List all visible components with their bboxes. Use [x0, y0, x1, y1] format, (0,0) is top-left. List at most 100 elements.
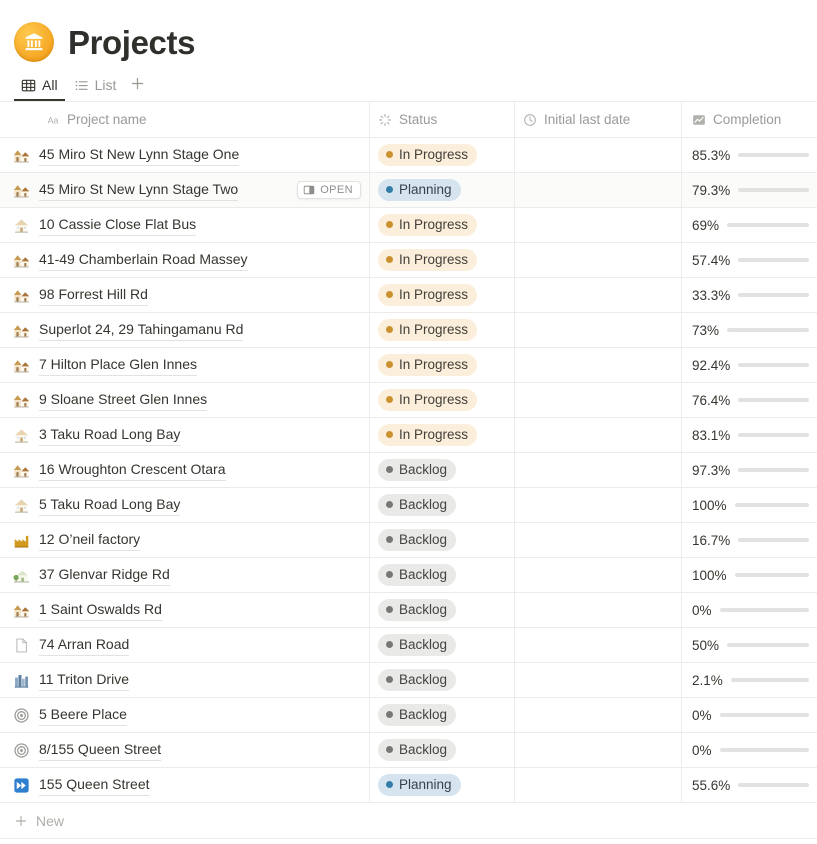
- cell-project-name[interactable]: 41-49 Chamberlain Road MasseyOPEN: [0, 243, 370, 277]
- cell-completion[interactable]: 76.4%: [682, 383, 817, 417]
- project-name-link[interactable]: 10 Cassie Close Flat Bus: [39, 214, 197, 236]
- cell-completion[interactable]: 0%: [682, 733, 817, 767]
- cell-project-name[interactable]: 3 Taku Road Long BayOPEN: [0, 418, 370, 452]
- cell-status[interactable]: In Progress: [370, 138, 515, 172]
- cell-project-name[interactable]: 37 Glenvar Ridge RdOPEN: [0, 558, 370, 592]
- column-header-completion[interactable]: Completion: [682, 102, 817, 137]
- cell-project-name[interactable]: 9 Sloane Street Glen InnesOPEN: [0, 383, 370, 417]
- tab-all[interactable]: All: [14, 73, 65, 101]
- project-name-link[interactable]: 37 Glenvar Ridge Rd: [39, 564, 170, 586]
- cell-status[interactable]: Backlog: [370, 453, 515, 487]
- cell-initial-last-date[interactable]: [515, 453, 682, 487]
- cell-project-name[interactable]: 1 Saint Oswalds RdOPEN: [0, 593, 370, 627]
- project-name-link[interactable]: 45 Miro St New Lynn Stage One: [39, 144, 240, 166]
- cell-completion[interactable]: 92.4%: [682, 348, 817, 382]
- table-row[interactable]: 41-49 Chamberlain Road MasseyOPEN In Prog…: [0, 243, 817, 278]
- cell-status[interactable]: Backlog: [370, 488, 515, 522]
- cell-project-name[interactable]: 5 Beere PlaceOPEN: [0, 698, 370, 732]
- cell-initial-last-date[interactable]: [515, 698, 682, 732]
- new-row-button[interactable]: New: [0, 803, 817, 839]
- cell-initial-last-date[interactable]: [515, 593, 682, 627]
- cell-initial-last-date[interactable]: [515, 418, 682, 452]
- cell-initial-last-date[interactable]: [515, 488, 682, 522]
- cell-project-name[interactable]: Superlot 24, 29 Tahingamanu RdOPEN: [0, 313, 370, 347]
- cell-initial-last-date[interactable]: [515, 173, 682, 207]
- cell-initial-last-date[interactable]: [515, 243, 682, 277]
- cell-status[interactable]: In Progress: [370, 208, 515, 242]
- cell-status[interactable]: In Progress: [370, 278, 515, 312]
- cell-status[interactable]: Backlog: [370, 733, 515, 767]
- cell-status[interactable]: Backlog: [370, 663, 515, 697]
- cell-completion[interactable]: 57.4%: [682, 243, 817, 277]
- table-row[interactable]: 45 Miro St New Lynn Stage OneOPEN In Prog…: [0, 138, 817, 173]
- table-row[interactable]: Superlot 24, 29 Tahingamanu RdOPEN In Pro…: [0, 313, 817, 348]
- table-row[interactable]: 74 Arran RoadOPEN Backlog 50%: [0, 628, 817, 663]
- cell-project-name[interactable]: 45 Miro St New Lynn Stage Two OPEN: [0, 173, 370, 207]
- table-row[interactable]: 3 Taku Road Long BayOPEN In Progress 83.1%: [0, 418, 817, 453]
- project-name-link[interactable]: 12 O’neil factory: [39, 529, 141, 551]
- open-page-button[interactable]: OPEN: [297, 181, 361, 199]
- cell-project-name[interactable]: 16 Wroughton Crescent OtaraOPEN: [0, 453, 370, 487]
- table-row[interactable]: 5 Taku Road Long BayOPEN Backlog 100%: [0, 488, 817, 523]
- cell-project-name[interactable]: 45 Miro St New Lynn Stage OneOPEN: [0, 138, 370, 172]
- table-row[interactable]: 10 Cassie Close Flat BusOPEN In Progress 6…: [0, 208, 817, 243]
- cell-status[interactable]: In Progress: [370, 418, 515, 452]
- cell-completion[interactable]: 85.3%: [682, 138, 817, 172]
- cell-status[interactable]: Planning: [370, 173, 515, 207]
- table-row[interactable]: 98 Forrest Hill RdOPEN In Progress 33.3%: [0, 278, 817, 313]
- cell-status[interactable]: In Progress: [370, 348, 515, 382]
- cell-project-name[interactable]: 5 Taku Road Long BayOPEN: [0, 488, 370, 522]
- cell-completion[interactable]: 69%: [682, 208, 817, 242]
- project-name-link[interactable]: 1 Saint Oswalds Rd: [39, 599, 162, 621]
- cell-status[interactable]: Backlog: [370, 628, 515, 662]
- cell-initial-last-date[interactable]: [515, 628, 682, 662]
- column-header-status[interactable]: Status: [370, 102, 515, 137]
- column-header-initial-last-date[interactable]: Initial last date: [515, 102, 682, 137]
- cell-status[interactable]: Backlog: [370, 698, 515, 732]
- cell-initial-last-date[interactable]: [515, 348, 682, 382]
- table-row[interactable]: 5 Beere PlaceOPEN Backlog 0%: [0, 698, 817, 733]
- project-name-link[interactable]: 9 Sloane Street Glen Innes: [39, 389, 208, 411]
- project-name-link[interactable]: 7 Hilton Place Glen Innes: [39, 354, 197, 376]
- column-header-project-name[interactable]: Aa Project name: [0, 102, 370, 137]
- table-row[interactable]: 16 Wroughton Crescent OtaraOPEN Backlog 97…: [0, 453, 817, 488]
- table-row[interactable]: 45 Miro St New Lynn Stage Two OPEN Plannin…: [0, 173, 817, 208]
- cell-status[interactable]: Backlog: [370, 523, 515, 557]
- project-name-link[interactable]: 155 Queen Street: [39, 774, 150, 796]
- project-name-link[interactable]: 16 Wroughton Crescent Otara: [39, 459, 226, 481]
- cell-status[interactable]: In Progress: [370, 243, 515, 277]
- cell-status[interactable]: Backlog: [370, 593, 515, 627]
- cell-initial-last-date[interactable]: [515, 278, 682, 312]
- cell-completion[interactable]: 100%: [682, 488, 817, 522]
- project-name-link[interactable]: 5 Taku Road Long Bay: [39, 494, 181, 516]
- table-row[interactable]: 11 Triton DriveOPEN Backlog 2.1%: [0, 663, 817, 698]
- cell-initial-last-date[interactable]: [515, 313, 682, 347]
- cell-project-name[interactable]: 11 Triton DriveOPEN: [0, 663, 370, 697]
- project-name-link[interactable]: 74 Arran Road: [39, 634, 130, 656]
- cell-initial-last-date[interactable]: [515, 138, 682, 172]
- cell-completion[interactable]: 79.3%: [682, 173, 817, 207]
- project-name-link[interactable]: 45 Miro St New Lynn Stage Two: [39, 179, 239, 201]
- cell-status[interactable]: Planning: [370, 768, 515, 802]
- cell-completion[interactable]: 33.3%: [682, 278, 817, 312]
- project-name-link[interactable]: 3 Taku Road Long Bay: [39, 424, 181, 446]
- cell-project-name[interactable]: 98 Forrest Hill RdOPEN: [0, 278, 370, 312]
- cell-completion[interactable]: 97.3%: [682, 453, 817, 487]
- project-name-link[interactable]: 11 Triton Drive: [39, 669, 129, 691]
- cell-status[interactable]: In Progress: [370, 313, 515, 347]
- cell-initial-last-date[interactable]: [515, 523, 682, 557]
- cell-completion[interactable]: 2.1%: [682, 663, 817, 697]
- cell-completion[interactable]: 0%: [682, 593, 817, 627]
- cell-project-name[interactable]: 74 Arran RoadOPEN: [0, 628, 370, 662]
- table-row[interactable]: 155 Queen StreetOPEN Planning 55.6%: [0, 768, 817, 803]
- project-name-link[interactable]: Superlot 24, 29 Tahingamanu Rd: [39, 319, 244, 341]
- project-name-link[interactable]: 41-49 Chamberlain Road Massey: [39, 249, 248, 271]
- cell-initial-last-date[interactable]: [515, 558, 682, 592]
- table-row[interactable]: 7 Hilton Place Glen InnesOPEN In Progress…: [0, 348, 817, 383]
- project-name-link[interactable]: 5 Beere Place: [39, 704, 127, 726]
- cell-completion[interactable]: 16.7%: [682, 523, 817, 557]
- tab-list[interactable]: List: [67, 73, 124, 101]
- cell-initial-last-date[interactable]: [515, 768, 682, 802]
- cell-project-name[interactable]: 7 Hilton Place Glen InnesOPEN: [0, 348, 370, 382]
- cell-initial-last-date[interactable]: [515, 733, 682, 767]
